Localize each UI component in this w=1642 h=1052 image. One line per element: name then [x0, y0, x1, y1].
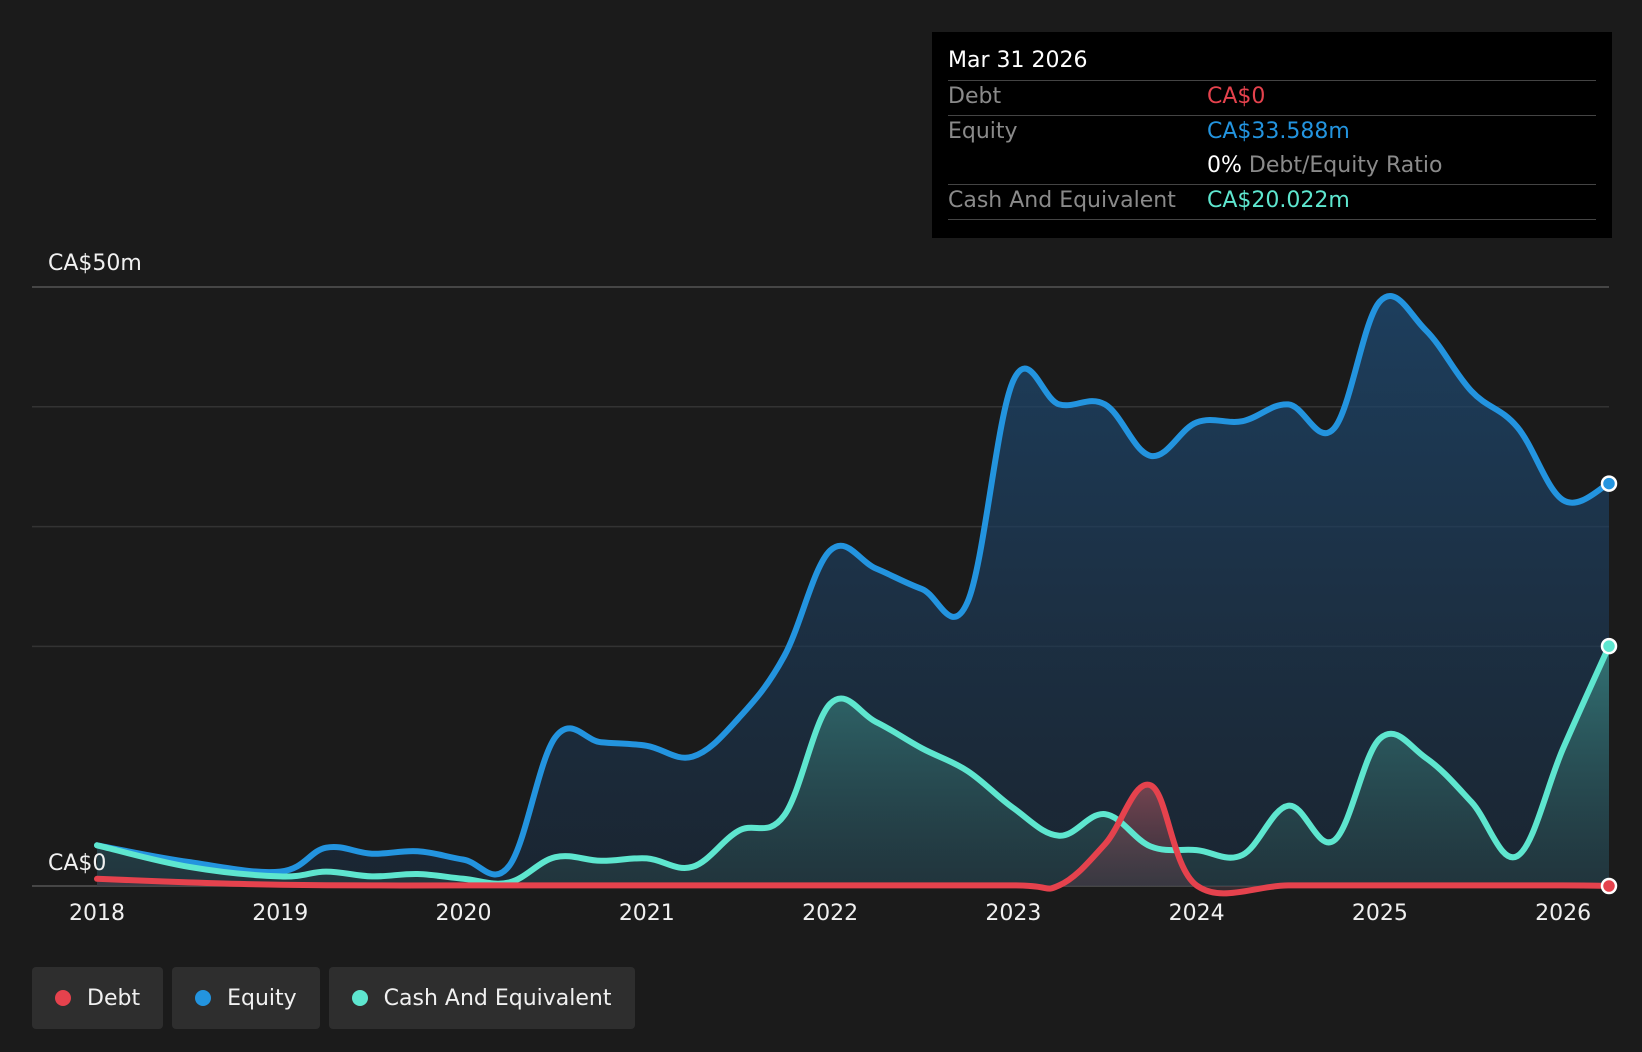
legend-item-cash[interactable]: Cash And Equivalent [328, 967, 635, 1029]
x-tick-label: 2026 [1535, 901, 1591, 926]
tooltip: Mar 31 2026 Debt CA$0 Equity CA$33.588m … [932, 32, 1612, 238]
legend-item-debt[interactable]: Debt [32, 967, 164, 1029]
x-tick-label: 2020 [436, 901, 492, 926]
tooltip-equity-value: CA$33.588m [1207, 119, 1350, 144]
legend-label-equity: Equity [227, 985, 297, 1011]
tooltip-cash-label: Cash And Equivalent [948, 188, 1176, 213]
equity-end-marker [1600, 475, 1618, 492]
tooltip-equity-label: Equity [948, 119, 1018, 144]
cash-dot-icon [351, 990, 368, 1006]
x-tick-label: 2024 [1169, 901, 1225, 926]
tooltip-date: Mar 31 2026 [948, 46, 1596, 81]
x-tick-label: 2022 [802, 901, 858, 926]
x-tick-label: 2021 [619, 901, 675, 926]
y-tick-label-top: CA$50m [48, 251, 142, 276]
tooltip-debt-value: CA$0 [1207, 84, 1266, 109]
tooltip-cash-row: Cash And Equivalent CA$20.022m [948, 185, 1596, 220]
tooltip-debt-row: Debt CA$0 [948, 81, 1596, 116]
debt-end-marker [1600, 877, 1618, 895]
debt-dot-icon [55, 990, 71, 1006]
x-tick-label: 2018 [69, 901, 125, 926]
legend: Debt Equity Cash And Equivalent [32, 967, 644, 1029]
legend-item-equity[interactable]: Equity [172, 967, 320, 1029]
cash-end-marker [1600, 637, 1618, 655]
series-areas [97, 296, 1609, 894]
x-tick-label: 2019 [252, 901, 308, 926]
tooltip-ratio-label: Debt/Equity Ratio [1248, 153, 1443, 178]
x-tick-label: 2023 [985, 901, 1041, 926]
x-axis-ticks: 2018 2019 2020 2021 2022 2023 2024 2025 2026 [69, 901, 1591, 926]
legend-label-debt: Debt [87, 985, 141, 1011]
legend-label-cash: Cash And Equivalent [383, 985, 612, 1011]
tooltip-equity-row: Equity CA$33.588m [948, 116, 1596, 150]
x-tick-label: 2025 [1352, 901, 1408, 926]
equity-dot-icon [195, 990, 212, 1006]
tooltip-ratio-row: 0% Debt/Equity Ratio [948, 150, 1596, 185]
tooltip-cash-value: CA$20.022m [1207, 188, 1350, 213]
tooltip-debt-label: Debt [948, 84, 1002, 109]
tooltip-ratio-value: 0% [1207, 153, 1242, 178]
y-tick-label-bottom: CA$0 [48, 851, 106, 876]
